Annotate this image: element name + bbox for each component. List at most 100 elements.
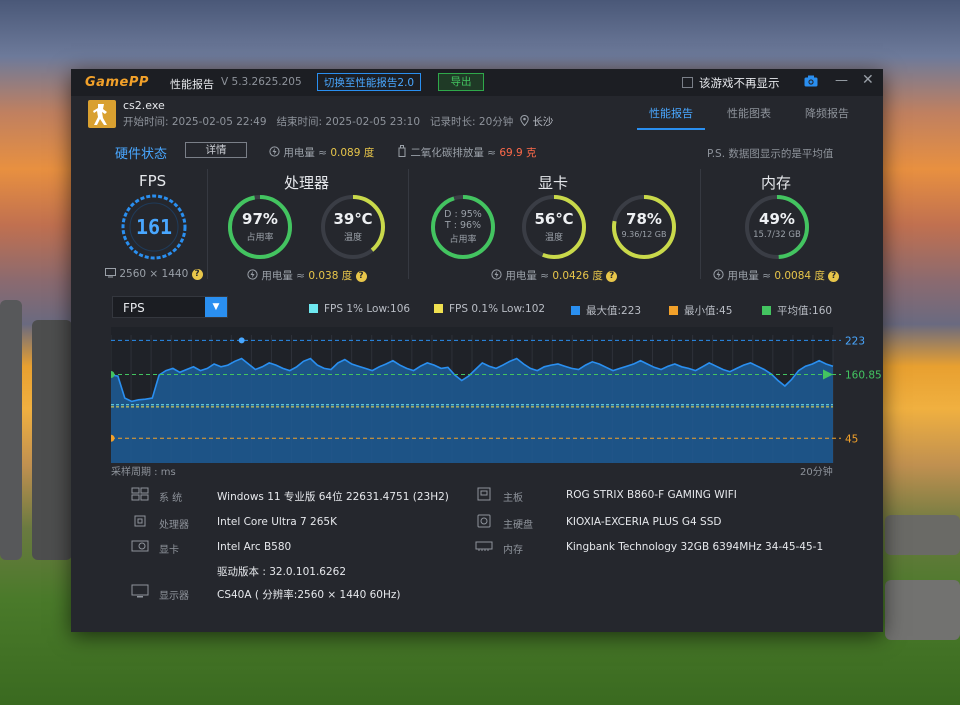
memory-usage-value: 49% <box>759 210 795 228</box>
cpu-energy-value: 0.038 度 <box>308 270 353 282</box>
os-value: Windows 11 专业版 64位 22631.4751 (23H2) <box>217 491 449 503</box>
switch-report-button[interactable]: 切换至性能报告2.0 <box>317 73 421 91</box>
window-title: 性能报告 <box>170 78 214 91</box>
location: 长沙 <box>532 116 554 128</box>
divider <box>207 169 208 279</box>
legend-swatch <box>309 303 318 313</box>
gpu-driver: 驱动版本 : 32.0.101.6262 <box>217 566 347 578</box>
legend-swatch <box>669 305 678 315</box>
co2-emission: 二氧化碳排放量 ≈ 69.9 克 <box>397 145 537 160</box>
energy-value: 0.089 度 <box>330 147 375 159</box>
cpu-usage-label: 占用率 <box>246 233 274 243</box>
background-stone <box>0 300 22 560</box>
divider <box>408 169 409 279</box>
legend-swatch <box>762 305 771 315</box>
legend-max: 最大值:223 <box>571 303 641 318</box>
ram-value: Kingbank Technology 32GB 6394MHz 34-45-4… <box>566 541 824 553</box>
cpu-temp-value: 39℃ <box>333 210 373 228</box>
chevron-down-icon[interactable]: ▼ <box>205 297 227 317</box>
help-icon[interactable]: ? <box>355 270 367 282</box>
gpu-t-usage: T : 96% <box>444 220 482 231</box>
power-icon <box>713 269 724 280</box>
session-times: 开始时间: 2025-02-05 22:49 结束时间: 2025-02-05 … <box>123 114 553 129</box>
gpu-d-usage: D : 95% <box>444 209 482 220</box>
motherboard-value: ROG STRIX B860-F GAMING WIFI <box>566 489 737 501</box>
cpu-energy-label: 用电量 ≈ <box>261 270 305 282</box>
fps-gauge: 161 <box>120 193 188 261</box>
legend-fps-1-low: FPS 1% Low:106 <box>309 303 410 315</box>
memory-energy: 用电量 ≈ 0.0084 度 ? <box>713 268 840 283</box>
x-axis-left-label: 采样周期 : ms <box>111 467 176 478</box>
logo-text-a: Game <box>85 75 129 90</box>
exe-name: cs2.exe <box>123 99 165 112</box>
camera-icon[interactable] <box>804 75 818 87</box>
fps-value: 161 <box>135 215 173 239</box>
cpu-usage-value: 97% <box>242 210 278 228</box>
power-icon <box>491 269 502 280</box>
tab-throttle-report[interactable]: 降频报告 <box>805 105 849 121</box>
version-label: V 5.3.2625.205 <box>221 76 302 88</box>
windows-icon <box>131 487 149 501</box>
export-button[interactable]: 导出 <box>438 73 484 91</box>
gpu-energy-value: 0.0426 度 <box>552 270 603 282</box>
ref-line-label: 45 <box>845 433 858 445</box>
metric-select-value: FPS <box>123 301 145 315</box>
power-icon <box>269 146 280 157</box>
gpu-temp-value: 56℃ <box>534 210 574 228</box>
ram-icon <box>475 541 493 551</box>
cpu-value: Intel Core Ultra 7 265K <box>217 516 337 528</box>
disk-value: KIOXIA-EXCERIA PLUS G4 SSD <box>566 516 722 528</box>
legend-label: FPS 1% Low:106 <box>324 303 411 315</box>
display-label: 显示器 <box>159 591 189 602</box>
help-icon[interactable]: ? <box>606 270 618 282</box>
help-icon[interactable]: ? <box>828 270 840 282</box>
close-icon[interactable]: ✕ <box>862 72 874 88</box>
gpu-usage-label: 占用率 <box>449 235 477 245</box>
dont-show-label: 该游戏不再显示 <box>699 76 780 90</box>
legend-fps-01-low: FPS 0.1% Low:102 <box>434 303 545 315</box>
tab-performance-chart[interactable]: 性能图表 <box>727 105 771 121</box>
logo-text-b: PP <box>128 75 149 90</box>
gamepp-logo: GamePP <box>85 75 149 90</box>
legend-swatch <box>571 305 580 315</box>
gpu-usage-gauge: D : 95% T : 96% 占用率 <box>429 193 497 261</box>
active-tab-indicator <box>637 128 705 130</box>
motherboard-label: 主板 <box>503 493 523 504</box>
gamepp-window: GamePP 性能报告 V 5.3.2625.205 切换至性能报告2.0 导出… <box>71 69 883 632</box>
fps-section-title: FPS <box>139 172 167 190</box>
power-icon <box>247 269 258 280</box>
total-energy: 用电量 ≈ 0.089 度 <box>269 145 374 160</box>
background-stone <box>32 320 72 560</box>
co2-value: 69.9 克 <box>499 147 537 159</box>
minimize-icon[interactable]: — <box>835 73 848 88</box>
os-label: 系 统 <box>159 493 183 504</box>
resolution-text: 2560 × 1440 <box>119 268 189 280</box>
gpu-vram-detail: 9.36/12 GB <box>621 230 667 239</box>
help-icon[interactable]: ? <box>191 268 203 280</box>
background-stone <box>885 515 960 555</box>
title-bar: GamePP 性能报告 V 5.3.2625.205 切换至性能报告2.0 导出… <box>71 69 883 96</box>
cpu-usage-gauge: 97% 占用率 <box>226 193 294 261</box>
gpu-temp-gauge: 56℃ 温度 <box>520 193 588 261</box>
ps-note: P.S. 数据图显示的是平均值 <box>707 148 834 160</box>
duration: 记录时长: 20分钟 <box>430 116 514 128</box>
gpu-energy: 用电量 ≈ 0.0426 度 ? <box>491 268 618 283</box>
detail-button[interactable]: 详情 <box>185 142 247 158</box>
monitor-icon <box>105 268 116 278</box>
memory-energy-label: 用电量 ≈ <box>727 270 771 282</box>
legend-label: FPS 0.1% Low:102 <box>449 303 546 315</box>
divider <box>700 169 701 279</box>
cpu-section-title: 处理器 <box>284 174 330 192</box>
tab-performance-report[interactable]: 性能报告 <box>649 105 693 121</box>
cpu-temp-label: 温度 <box>343 233 362 243</box>
start-time: 开始时间: 2025-02-05 22:49 <box>123 116 267 128</box>
cpu-energy: 用电量 ≈ 0.038 度 ? <box>247 268 367 283</box>
cpu-icon <box>134 515 146 527</box>
metric-select[interactable]: FPS ▼ <box>112 296 228 318</box>
dont-show-checkbox[interactable] <box>682 77 693 88</box>
gpu-energy-label: 用电量 ≈ <box>505 270 549 282</box>
display-value: CS40A ( 分辨率:2560 × 1440 60Hz) <box>217 589 401 601</box>
ram-label: 内存 <box>503 545 523 556</box>
legend-label: 最小值:45 <box>684 305 733 317</box>
ref-line-label: 160.85 <box>845 370 882 382</box>
